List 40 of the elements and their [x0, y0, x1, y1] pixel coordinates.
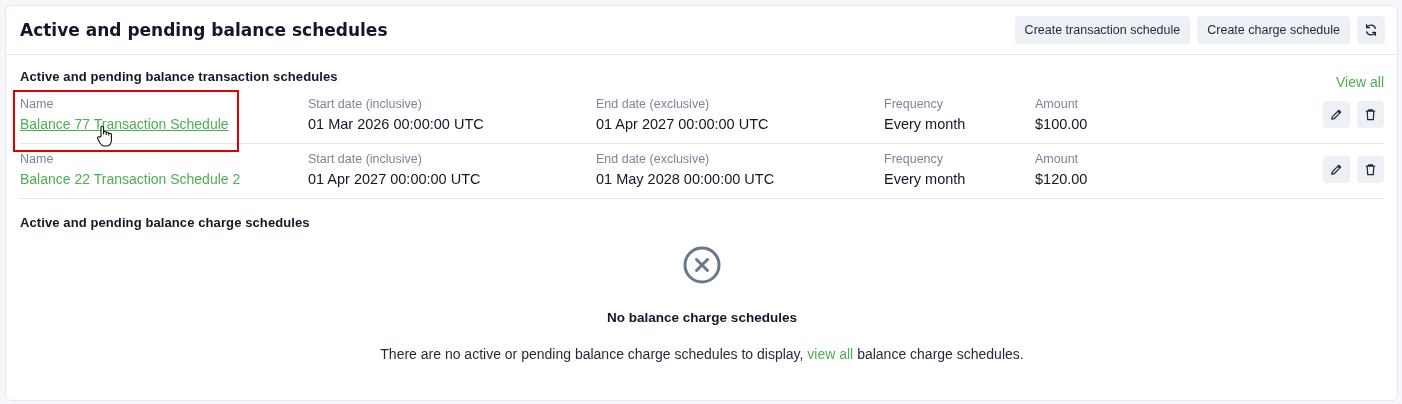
frequency-value: Every month — [884, 116, 966, 132]
pencil-icon — [1329, 107, 1344, 122]
field-label: Frequency — [884, 152, 944, 166]
field-label: Amount — [1035, 97, 1079, 111]
create-button[interactable]: Create transaction schedule — [1014, 16, 1191, 44]
create-button[interactable]: Create charge schedule — [1197, 16, 1350, 44]
section-title: Active and pending balance charge schedules — [20, 215, 310, 230]
end-date: 01 May 2028 00:00:00 UTC — [596, 171, 775, 187]
delete-button[interactable] — [1357, 101, 1384, 128]
start-date: 01 Mar 2026 00:00:00 UTC — [308, 116, 484, 132]
empty-message: There are no active or pending balance charge schedules to display, view all balance charge schedules. — [380, 346, 1024, 362]
refresh-icon — [1364, 23, 1378, 37]
field-label: Name — [20, 152, 54, 166]
field-label: End date (exclusive) — [596, 152, 710, 166]
edit-button[interactable] — [1323, 101, 1350, 128]
frequency-value: Every month — [884, 171, 966, 187]
schedule-link[interactable]: Balance 22 Transaction Schedule 2 — [20, 171, 241, 187]
pencil-icon — [1329, 162, 1344, 177]
end-date: 01 Apr 2027 00:00:00 UTC — [596, 116, 769, 132]
field-label: Start date (inclusive) — [308, 97, 422, 111]
card-title: Active and pending balance schedules — [20, 20, 388, 40]
empty-title: No balance charge schedules — [607, 310, 797, 325]
field-label: Frequency — [884, 97, 944, 111]
edit-button[interactable] — [1323, 156, 1350, 183]
field-label: Amount — [1035, 152, 1079, 166]
trash-icon — [1363, 162, 1378, 177]
refresh-button[interactable] — [1357, 16, 1385, 44]
field-label: End date (exclusive) — [596, 97, 710, 111]
start-date: 01 Apr 2027 00:00:00 UTC — [308, 171, 481, 187]
amount-value: $100.00 — [1035, 116, 1088, 132]
amount-value: $120.00 — [1035, 171, 1088, 187]
close-circle-icon — [683, 246, 721, 284]
field-label: Start date (inclusive) — [308, 152, 422, 166]
view-all-link[interactable]: view all — [807, 346, 854, 362]
schedule-link[interactable]: Balance 77 Transaction Schedule — [20, 116, 229, 132]
delete-button[interactable] — [1357, 156, 1384, 183]
section-title: Active and pending balance transaction schedules — [20, 69, 338, 84]
view-all-link[interactable]: View all — [1336, 74, 1384, 90]
field-label: Name — [20, 97, 54, 111]
trash-icon — [1363, 107, 1378, 122]
